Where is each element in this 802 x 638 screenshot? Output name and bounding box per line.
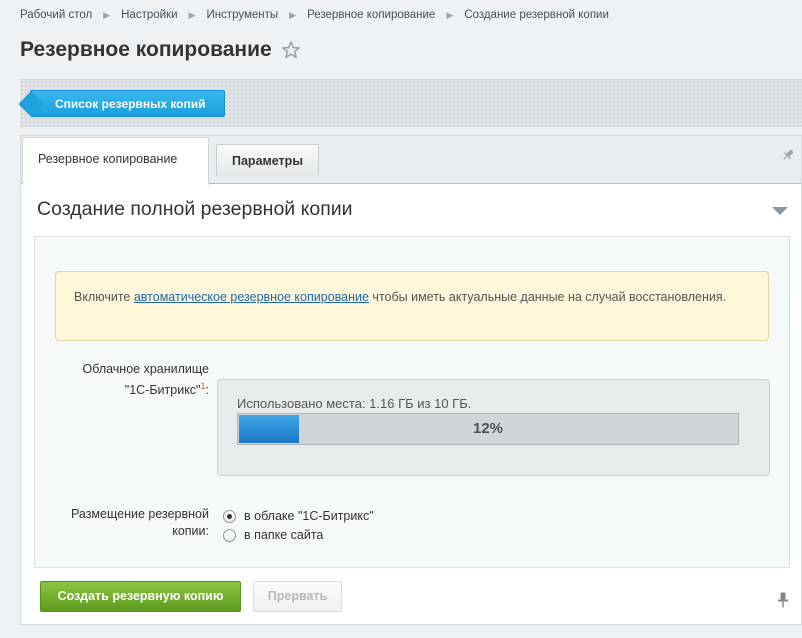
cloud-storage-label: Облачное хранилище "1С-Битрикс"1: [35,361,210,399]
breadcrumb-separator-icon: ▶ [289,9,297,20]
abort-button[interactable]: Прервать [253,581,342,612]
page-title: Резервное копирование [20,38,301,62]
toolbar: Список резервных копий [20,79,802,127]
backup-panel: Резервное копирование Параметры Создание… [20,135,802,625]
storage-progress-text: 12% [472,420,504,437]
breadcrumb-separator-icon: ▶ [446,9,454,20]
radio-site-folder[interactable] [223,528,236,542]
placement-label-line2: копии: [172,524,209,538]
breadcrumb-separator-icon: ▶ [103,9,111,20]
star-icon[interactable] [281,40,301,60]
backup-list-button-label: Список резервных копий [55,97,206,111]
pin-icon[interactable] [777,592,789,608]
section-title: Создание полной резервной копии [37,198,353,220]
tab-backup[interactable]: Резервное копирование [22,137,209,185]
auto-backup-notice: Включите автоматическое резервное копиро… [55,271,769,341]
tabs-bar: Резервное копирование Параметры [21,136,801,185]
create-backup-button[interactable]: Создать резервную копию [40,581,241,612]
storage-usage-text: Использовано места: 1.16 ГБ из 10 ГБ. [237,396,472,411]
storage-progress-bar: 12% [237,413,739,445]
cloud-storage-label-line2: "1С-Битрикс" [124,383,201,398]
breadcrumb-item-desktop[interactable]: Рабочий стол [20,9,92,21]
backup-list-button[interactable]: Список резервных копий [30,90,225,117]
chevron-down-icon[interactable] [771,204,789,216]
cloud-storage-box: Использовано места: 1.16 ГБ из 10 ГБ. 12… [217,379,770,476]
pin-icon[interactable] [781,148,795,162]
placement-option-cloud[interactable]: в облаке "1С-Битрикс" [223,509,374,523]
tab-parameters[interactable]: Параметры [216,144,319,176]
auto-backup-link[interactable]: автоматическое резервное копирование [134,290,369,304]
cloud-storage-label-line1: Облачное хранилище [82,362,210,376]
placement-option-cloud-label: в облаке "1С-Битрикс" [244,509,374,523]
radio-cloud[interactable] [223,509,236,523]
cloud-storage-label-colon: : [205,383,209,398]
notice-prefix: Включите [74,290,134,304]
breadcrumb-item-create-backup[interactable]: Создание резервной копии [464,9,609,21]
breadcrumb-item-settings[interactable]: Настройки [121,9,177,21]
breadcrumb-item-tools[interactable]: Инструменты [206,9,278,21]
notice-suffix: чтобы иметь актуальные данные на случай … [368,290,727,304]
placement-label: Размещение резервной копии: [35,506,209,540]
placement-label-line1: Размещение резервной [70,507,209,521]
placement-option-site-folder[interactable]: в папке сайта [223,528,323,542]
placement-option-site-folder-label: в папке сайта [244,528,324,542]
breadcrumb-separator-icon: ▶ [188,9,196,20]
breadcrumb-item-backup[interactable]: Резервное копирование [307,9,435,21]
page-title-text: Резервное копирование [20,38,272,61]
breadcrumb: Рабочий стол ▶ Настройки ▶ Инструменты ▶… [20,9,609,21]
content-box: Включите автоматическое резервное копиро… [34,236,790,568]
